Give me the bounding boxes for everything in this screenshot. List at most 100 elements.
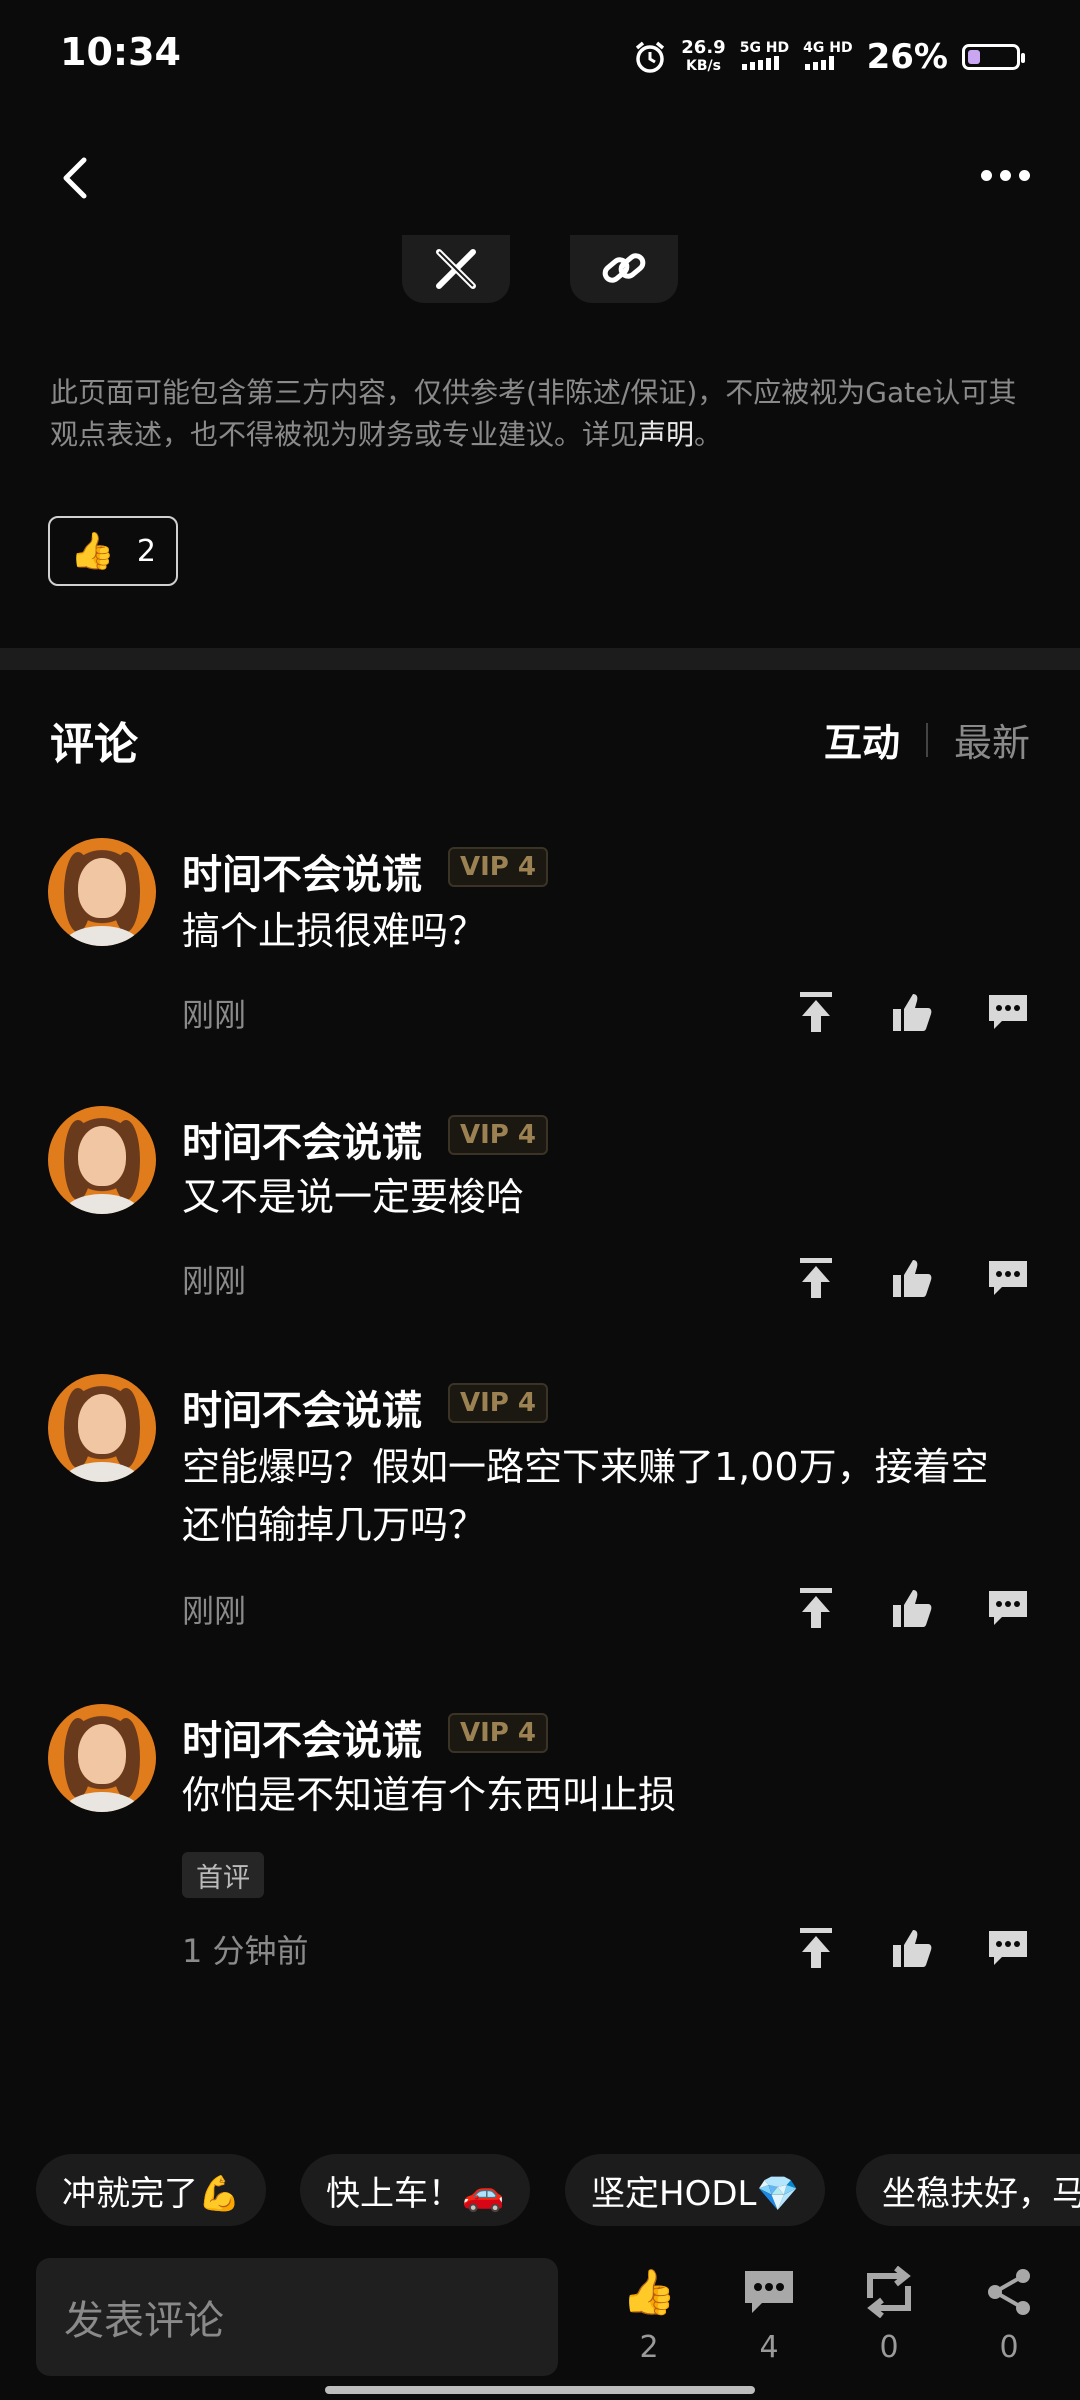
net-5g: 5G HD	[740, 40, 789, 74]
home-indicator[interactable]	[325, 2386, 755, 2394]
speed-value: 26.9	[681, 37, 726, 58]
more-icon-dot	[999, 169, 1011, 181]
comment-text: 空能爆吗？假如一路空下来赚了1,00万，接着空还怕输掉几万吗？	[182, 1445, 989, 1547]
comment-username[interactable]: 时间不会说谎	[182, 1378, 422, 1436]
link-icon	[602, 253, 646, 283]
comment-sort: 互动 最新	[824, 712, 1030, 767]
thumb-up-icon	[893, 1260, 932, 1297]
quick-reply-chip[interactable]: 坚定HODL💎	[565, 2154, 825, 2226]
alarm-icon	[636, 41, 665, 73]
reply-icon	[989, 1591, 1027, 1625]
status-time: 10:34	[60, 30, 181, 74]
avatar[interactable]	[48, 1704, 156, 1812]
signal-bars-icon	[741, 56, 779, 70]
pin-icon	[800, 1928, 832, 1968]
more-icon-dot	[1018, 169, 1030, 181]
section-divider	[0, 648, 1080, 670]
bottom-repost-button[interactable]: 0	[844, 2262, 934, 2365]
battery-fill	[968, 50, 980, 64]
thumb-up-icon	[893, 994, 932, 1031]
like-button[interactable]	[884, 1580, 940, 1636]
quick-reply-chip[interactable]: 冲就完了💪	[36, 2154, 267, 2226]
sort-divider	[925, 722, 928, 757]
comment-username[interactable]: 时间不会说谎	[182, 1110, 422, 1168]
comment-time: 1 分钟前	[182, 1932, 309, 1970]
quick-reply-chip[interactable]: 坐稳扶好，马	[856, 2154, 1080, 2226]
back-button[interactable]	[50, 150, 100, 206]
net-4g: 4G HD	[803, 40, 853, 74]
avatar[interactable]	[48, 1374, 156, 1482]
net-4g-label: 4G HD	[803, 40, 853, 56]
repost-icon	[862, 2262, 916, 2322]
disclaimer: 此页面可能包含第三方内容，仅供参考(非陈述/保证)，不应被视为Gate认可其观点…	[50, 372, 1030, 456]
post-like-button[interactable]: 👍 2	[48, 516, 178, 586]
battery-icon	[962, 44, 1025, 70]
signal-bars-icon	[805, 56, 835, 70]
pin-button[interactable]	[788, 1580, 844, 1636]
sort-latest-tab[interactable]: 最新	[954, 712, 1030, 767]
bottom-repost-count: 0	[879, 2330, 899, 2365]
reply-button[interactable]	[980, 1250, 1036, 1306]
more-button[interactable]	[970, 155, 1040, 195]
back-icon	[63, 157, 87, 199]
bottom-share-count: 0	[999, 2330, 1019, 2365]
pin-icon	[800, 1588, 832, 1628]
bottom-like-button[interactable]: 👍 2	[604, 2262, 694, 2365]
reply-icon	[989, 1261, 1027, 1295]
comment-input[interactable]: 发表评论	[36, 2258, 558, 2376]
comment-username[interactable]: 时间不会说谎	[182, 842, 422, 900]
reply-button[interactable]	[980, 984, 1036, 1040]
more-icon	[980, 169, 992, 181]
avatar[interactable]	[48, 1106, 156, 1214]
comments-title: 评论	[50, 719, 138, 770]
first-comment-tag: 首评	[182, 1852, 264, 1898]
net-5g-label: 5G HD	[739, 40, 790, 56]
thumb-up-icon: 👍	[621, 2267, 677, 2318]
comment-username[interactable]: 时间不会说谎	[182, 1708, 422, 1766]
like-button[interactable]	[884, 984, 940, 1040]
avatar[interactable]	[48, 838, 156, 946]
like-button[interactable]	[884, 1920, 940, 1976]
vip-badge: VIP 4	[448, 1115, 548, 1155]
vip-badge: VIP 4	[448, 1383, 548, 1423]
bottom-comment-count: 4	[759, 2330, 779, 2365]
status-icons: 26.9 KB/s 5G HD 4G HD 26%	[633, 32, 1025, 82]
pin-button[interactable]	[788, 1920, 844, 1976]
share-icon	[984, 2262, 1034, 2322]
post-like-count: 2	[136, 533, 156, 569]
reply-icon	[989, 995, 1027, 1029]
comment-text: 你怕是不知道有个东西叫止损	[182, 1773, 677, 1817]
share-x-button[interactable]	[402, 235, 510, 303]
thumb-up-icon	[893, 1590, 932, 1627]
disclaimer-text: 此页面可能包含第三方内容，仅供参考(非陈述/保证)，不应被视为Gate认可其观点…	[50, 376, 1017, 451]
thumb-up-icon: 👍	[70, 531, 115, 572]
x-logo-icon	[436, 249, 476, 289]
network-speed: 26.9 KB/s	[681, 39, 725, 75]
bottom-share-button[interactable]: 0	[964, 2262, 1054, 2365]
copy-link-button[interactable]	[570, 235, 678, 303]
pin-button[interactable]	[788, 1250, 844, 1306]
speed-unit: KB/s	[686, 58, 721, 74]
disclaimer-end: 。	[694, 418, 723, 451]
pin-icon	[800, 992, 832, 1032]
pin-button[interactable]	[788, 984, 844, 1040]
reply-icon	[742, 2262, 796, 2322]
pin-icon	[800, 1258, 832, 1298]
quick-reply-chip[interactable]: 快上车！🚗	[300, 2154, 531, 2226]
battery-percent: 26%	[866, 37, 948, 77]
comment-text: 搞个止损很难吗？	[182, 909, 487, 953]
bottom-like-count: 2	[639, 2330, 659, 2365]
bottom-comment-button[interactable]: 4	[724, 2262, 814, 2365]
reply-button[interactable]	[980, 1580, 1036, 1636]
comment-time: 刚刚	[182, 1262, 247, 1300]
vip-badge: VIP 4	[448, 1713, 548, 1753]
comment-time: 刚刚	[182, 1592, 247, 1630]
disclaimer-link[interactable]: 声明	[638, 418, 694, 451]
like-button[interactable]	[884, 1250, 940, 1306]
sort-interaction-tab[interactable]: 互动	[824, 712, 900, 767]
reply-icon	[989, 1931, 1027, 1965]
reply-button[interactable]	[980, 1920, 1036, 1976]
thumb-up-icon	[893, 1930, 932, 1967]
comment-text: 又不是说一定要梭哈	[182, 1175, 525, 1219]
vip-badge: VIP 4	[448, 847, 548, 887]
